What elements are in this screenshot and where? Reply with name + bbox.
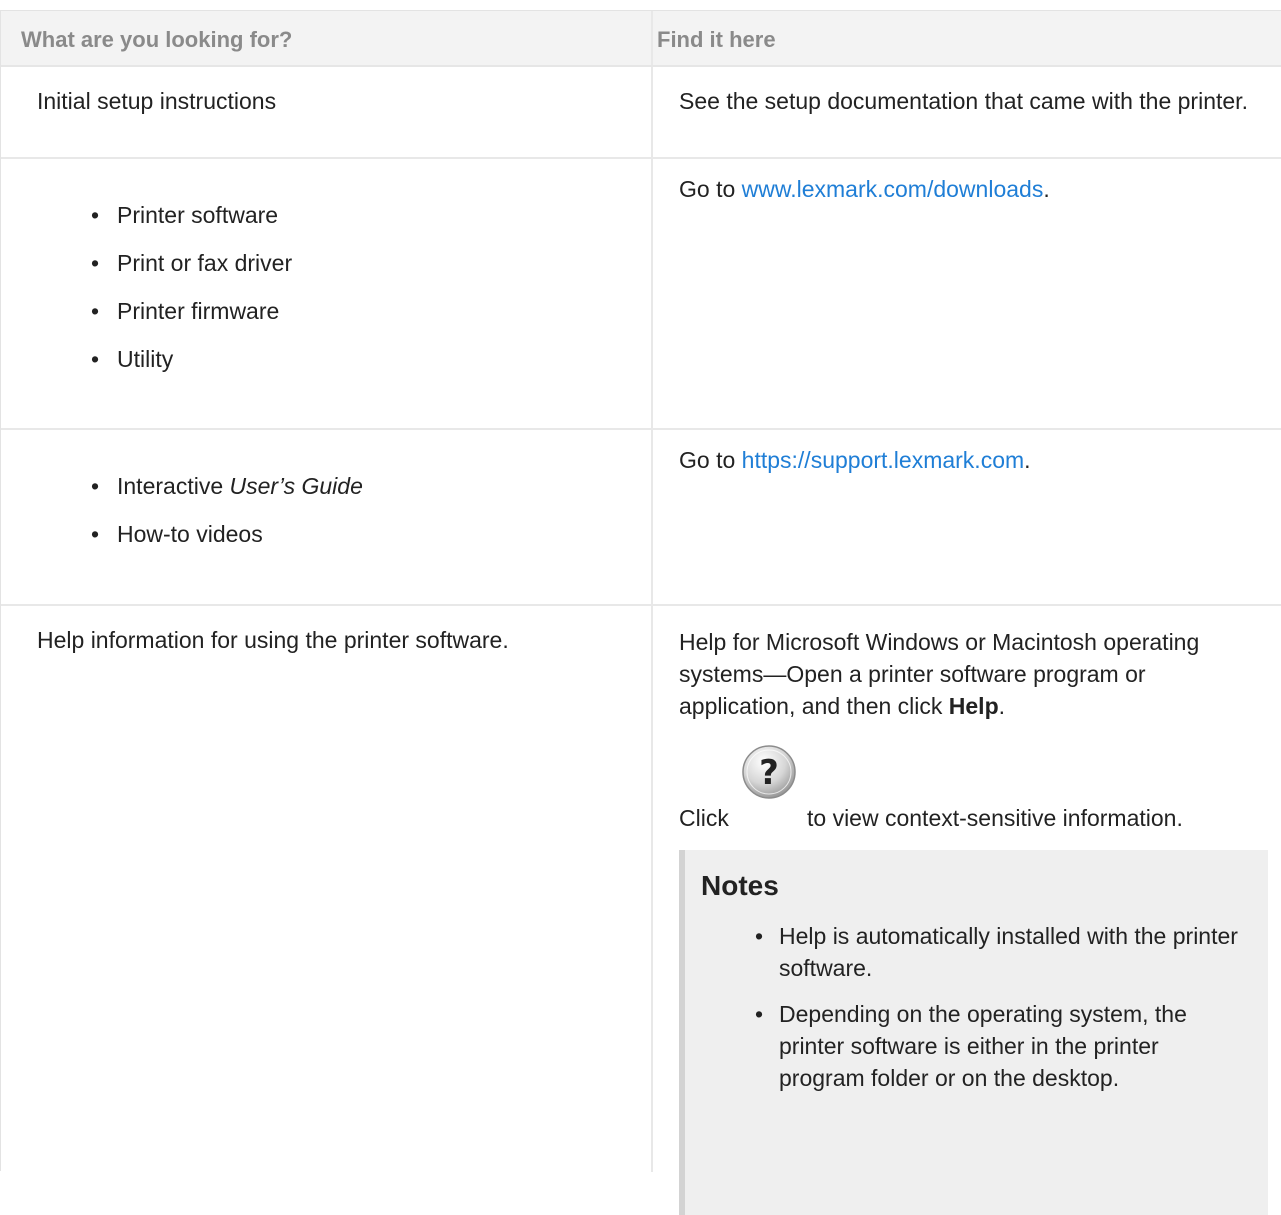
downloads-link[interactable]: www.lexmark.com/downloads	[742, 176, 1044, 202]
list-item-text: Interactive	[117, 473, 224, 499]
list-item-text: Printer software	[117, 202, 279, 228]
help-find-text: Help for Microsoft Windows or Macintosh …	[679, 629, 1200, 719]
list-item-text: How-to videos	[117, 521, 263, 547]
support-find-cell: Go to https://support.lexmark.com.	[653, 430, 1281, 604]
setup-instructions-text: Initial setup instructions	[37, 88, 277, 114]
downloads-looking-cell: • Printer software • Print or fax driver •…	[1, 159, 653, 428]
setup-find-cell: See the setup documentation that came wi…	[653, 67, 1281, 157]
support-prefix: Go to	[679, 447, 742, 473]
setup-instructions-cell: Initial setup instructions	[1, 67, 653, 157]
support-suffix: .	[1024, 447, 1031, 473]
help-question-icon[interactable]: ?	[741, 744, 797, 800]
list-item-text: Print or fax driver	[117, 250, 293, 276]
table-row-help: Help information for using the printer s…	[1, 606, 1281, 1215]
click-after-text: to view context-sensitive information.	[807, 805, 1183, 831]
support-link[interactable]: https://support.lexmark.com	[742, 447, 1025, 473]
downloads-find-cell: Go to www.lexmark.com/downloads.	[653, 159, 1281, 428]
table-row-downloads: • Printer software • Print or fax driver •…	[1, 159, 1281, 430]
table-header: What are you looking for? Find it here	[1, 11, 1281, 67]
list-item-text: Utility	[117, 346, 174, 372]
support-looking-cell: • Interactive User’s Guide • How-to videos	[1, 430, 653, 604]
list-item: • Print or fax driver	[91, 250, 293, 276]
svg-text:?: ?	[759, 753, 779, 793]
list-item: • Depending on the operating system, the …	[755, 1001, 1187, 1091]
help-looking-cell: Help information for using the printer s…	[1, 606, 653, 1172]
downloads-prefix: Go to	[679, 176, 742, 202]
list-item: • Interactive User’s Guide	[91, 473, 363, 499]
list-item: • Help is automatically installed with th…	[755, 923, 1238, 981]
header-find-it-here: Find it here	[657, 27, 776, 52]
downloads-list: • Printer software • Print or fax driver •…	[1, 199, 292, 391]
table-row-support: • Interactive User’s Guide • How-to videos…	[1, 430, 1281, 606]
help-find-paragraph: Help for Microsoft Windows or Macintosh …	[679, 626, 1268, 722]
table-row-setup: Initial setup instructions See the setup…	[1, 67, 1281, 159]
notes-list: • Help is automatically installed with th…	[701, 920, 1248, 1094]
list-item: • Utility	[91, 346, 174, 372]
note-text: Help is automatically installed with the…	[779, 923, 1238, 981]
downloads-suffix: .	[1043, 176, 1050, 202]
notes-title: Notes	[701, 870, 779, 901]
click-label: Click	[679, 805, 729, 831]
info-table: What are you looking for? Find it here I…	[0, 10, 1281, 1215]
help-bold: Help	[948, 693, 999, 719]
note-text: Depending on the operating system, the p…	[779, 1001, 1187, 1091]
notes-box: Notes • Help is automatically installed w…	[679, 850, 1268, 1215]
click-help-line: Click ? to view context-sensitive inform…	[679, 736, 1268, 836]
help-find-cell: Help for Microsoft Windows or Macintosh …	[653, 606, 1281, 1215]
list-item: • Printer firmware	[91, 298, 280, 324]
help-looking-text: Help information for using the printer s…	[37, 627, 509, 653]
support-list: • Interactive User’s Guide • How-to videos	[1, 470, 363, 566]
setup-find-text: See the setup documentation that came wi…	[679, 88, 1248, 114]
header-what-looking-for: What are you looking for?	[1, 11, 653, 65]
list-item: • Printer software	[91, 202, 279, 228]
list-item-text: Printer firmware	[117, 298, 280, 324]
list-item: • How-to videos	[91, 521, 263, 547]
help-find-end: .	[998, 693, 1006, 719]
users-guide-italic: User’s Guide	[229, 473, 363, 499]
